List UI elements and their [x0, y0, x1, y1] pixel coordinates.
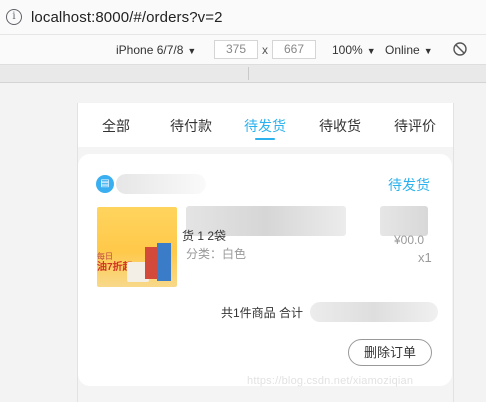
order-status: 待发货 — [388, 177, 430, 193]
network-throttle-select[interactable]: Online ▼ — [385, 43, 433, 57]
order-tabs: 全部 待付款 待发货 待收货 待评价 — [78, 103, 453, 147]
height-input[interactable]: 667 — [272, 40, 316, 59]
tab-pending-shipment[interactable]: 待发货 — [244, 116, 286, 136]
device-label: iPhone 6/7/8 — [116, 43, 184, 57]
product-quantity: x1 — [418, 250, 432, 265]
zoom-label: 100% — [332, 43, 363, 57]
dimension-separator: x — [262, 43, 268, 57]
watermark: https://blog.csdn.net/xiamoziqian — [247, 375, 414, 387]
tab-all[interactable]: 全部 — [102, 116, 130, 136]
store-name-redacted — [116, 174, 206, 194]
address-bar[interactable]: i localhost:8000/#/orders?v=2 — [0, 0, 486, 35]
tab-pending-payment[interactable]: 待付款 — [170, 116, 212, 136]
caret-down-icon: ▼ — [366, 46, 376, 56]
ruler-divider — [248, 67, 249, 80]
device-select[interactable]: iPhone 6/7/8 ▼ — [116, 43, 196, 57]
tab-pending-review[interactable]: 待评价 — [394, 116, 436, 136]
caret-down-icon: ▼ — [187, 46, 197, 56]
zoom-select[interactable]: 100% ▼ — [332, 43, 376, 57]
caret-down-icon: ▼ — [423, 46, 433, 56]
width-input[interactable]: 375 — [214, 40, 258, 59]
product-image[interactable]: 每日 油7折起 — [97, 207, 177, 287]
active-tab-indicator — [255, 138, 275, 140]
product-price: ¥00.0 — [394, 233, 425, 247]
tab-pending-receipt[interactable]: 待收货 — [319, 116, 361, 136]
rotate-device-icon[interactable] — [452, 41, 468, 57]
product-category: 分类：白色 — [186, 247, 247, 261]
order-card[interactable]: ▤ 待发货 每日 油7折起 货 1 2袋 ¥00.0 分类：白色 x1 共1件商… — [78, 154, 452, 386]
url-text[interactable]: localhost:8000/#/orders?v=2 — [31, 9, 223, 26]
order-summary: 共1件商品 合计 — [221, 306, 304, 320]
media-query-ruler — [0, 65, 486, 83]
delete-order-button[interactable]: 删除订单 — [348, 339, 432, 366]
network-label: Online — [385, 43, 420, 57]
device-viewport: 全部 待付款 待发货 待收货 待评价 ▤ 待发货 每日 油7折起 货 1 2袋 … — [77, 103, 454, 402]
price-redacted — [380, 206, 428, 236]
order-total-redacted — [310, 302, 438, 322]
product-title-fragment: 货 1 2袋 — [182, 229, 227, 243]
info-icon[interactable]: i — [6, 9, 22, 25]
device-toolbar: iPhone 6/7/8 ▼ 375 x 667 100% ▼ Online ▼ — [0, 35, 486, 65]
store-icon: ▤ — [96, 175, 114, 193]
